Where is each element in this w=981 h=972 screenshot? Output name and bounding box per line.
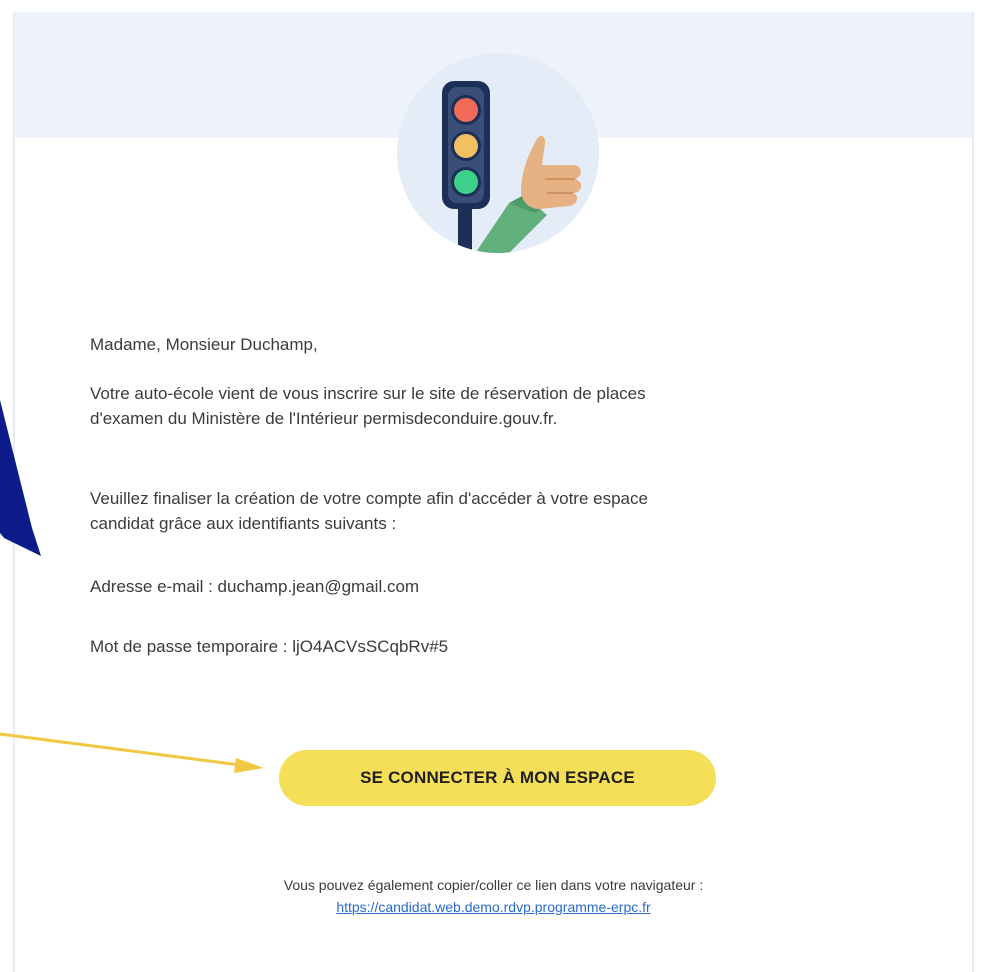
footer-text: Vous pouvez également copier/coller ce l… [283,877,704,893]
footer-link[interactable]: https://candidat.web.demo.rdvp.programme… [336,899,650,915]
intro-paragraph: Votre auto-école vient de vous inscrire … [90,381,850,431]
email-card: Madame, Monsieur Duchamp, Votre auto-éco… [13,12,974,972]
footer-note: Vous pouvez également copier/coller ce l… [15,874,972,918]
traffic-light-thumbs-up-illustration [397,53,599,253]
intro-line-1: Votre auto-école vient de vous inscrire … [90,384,646,403]
instructions-line-2: candidat grâce aux identifiants suivants… [90,514,397,533]
intro-line-2: d'examen du Ministère de l'Intérieur per… [90,409,558,428]
connect-to-my-space-button[interactable]: SE CONNECTER À MON ESPACE [279,750,716,806]
instructions-line-1: Veuillez finaliser la création de votre … [90,489,648,508]
email-address-line: Adresse e-mail : duchamp.jean@gmail.com [90,577,420,596]
temporary-password-line: Mot de passe temporaire : ljO4ACVsSCqbRv… [90,637,449,656]
instructions-paragraph: Veuillez finaliser la création de votre … [90,486,850,536]
greeting: Madame, Monsieur Duchamp, [90,335,318,354]
